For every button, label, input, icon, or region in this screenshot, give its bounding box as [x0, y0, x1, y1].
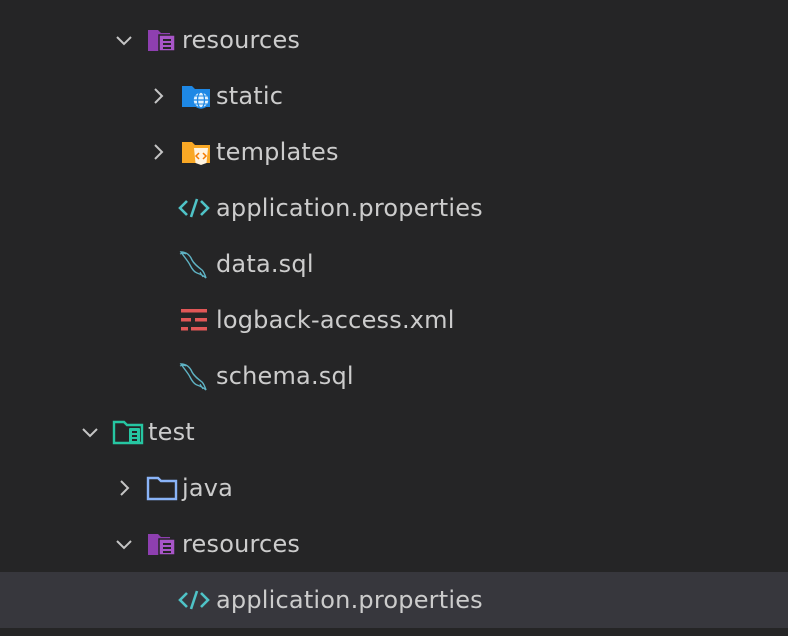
tree-item-application-properties-selected[interactable]: application.properties: [0, 572, 788, 628]
tree-item-test[interactable]: test: [0, 404, 788, 460]
tree-item-label: test: [148, 418, 195, 446]
resources-folder-icon: [146, 528, 178, 560]
mysql-dolphin-icon: [178, 248, 210, 280]
test-folder-icon: [112, 416, 144, 448]
chevron-down-icon[interactable]: [78, 420, 102, 444]
tree-item-data-sql[interactable]: data.sql: [0, 236, 788, 292]
code-brackets-icon: [178, 584, 210, 616]
tree-item-label: resources: [182, 26, 301, 54]
tree-item-static[interactable]: static: [0, 68, 788, 124]
folder-icon: [146, 472, 178, 504]
tree-item-schema-sql[interactable]: schema.sql: [0, 348, 788, 404]
tree-item-application-properties[interactable]: application.properties: [0, 180, 788, 236]
tree-item-resources[interactable]: resources: [0, 516, 788, 572]
tree-item-label: templates: [216, 138, 339, 166]
chevron-right-icon[interactable]: [146, 140, 170, 164]
tree-item-label: resources: [182, 530, 301, 558]
logback-icon: [178, 304, 210, 336]
tree-item-label: application.properties: [216, 586, 483, 614]
chevron-down-icon[interactable]: [112, 532, 136, 556]
tree-item-logback-access-xml[interactable]: logback-access.xml: [0, 292, 788, 348]
tree-item-label: java: [182, 474, 234, 502]
templates-folder-icon: [180, 136, 212, 168]
chevron-down-icon[interactable]: [112, 28, 136, 52]
tree-item-templates[interactable]: templates: [0, 124, 788, 180]
file-explorer-tree: resources static templates application.p…: [0, 0, 788, 636]
resources-folder-icon: [146, 24, 178, 56]
chevron-right-icon[interactable]: [112, 476, 136, 500]
tree-item-label: static: [216, 82, 284, 110]
tree-item-label: application.properties: [216, 194, 483, 222]
code-brackets-icon: [178, 192, 210, 224]
mysql-dolphin-icon: [178, 360, 210, 392]
tree-item-label: data.sql: [216, 250, 314, 278]
web-folder-icon: [180, 80, 212, 112]
tree-item-java[interactable]: java: [0, 460, 788, 516]
tree-item-resources[interactable]: resources: [0, 12, 788, 68]
tree-item-label: logback-access.xml: [216, 306, 455, 334]
tree-item-label: schema.sql: [216, 362, 354, 390]
chevron-right-icon[interactable]: [146, 84, 170, 108]
